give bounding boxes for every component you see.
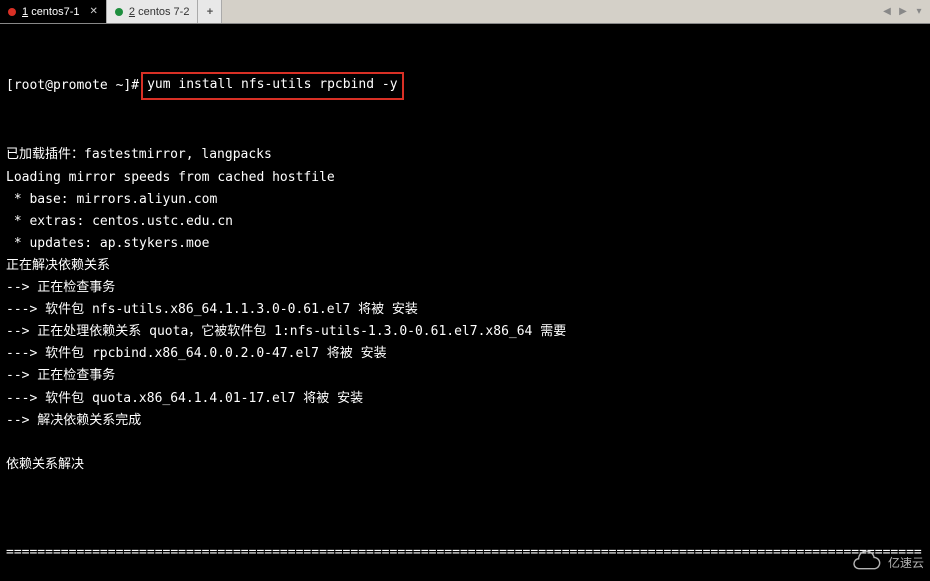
- terminal-output[interactable]: [root@promote ~]# yum install nfs-utils …: [0, 24, 930, 581]
- tab-label: centos 7-2: [138, 6, 189, 18]
- nav-right-icon[interactable]: ▶: [896, 6, 910, 17]
- watermark: 亿速云: [848, 551, 924, 575]
- output-line: * extras: centos.ustc.edu.cn: [6, 211, 924, 233]
- output-line: --> 正在处理依赖关系 quota，它被软件包 1:nfs-utils-1.3…: [6, 321, 924, 343]
- status-dot-icon: [8, 8, 16, 16]
- output-line: 依赖关系解决: [6, 454, 924, 476]
- command-output: 已加载插件：fastestmirror, langpacksLoading mi…: [6, 144, 924, 498]
- close-icon[interactable]: ✕: [90, 6, 98, 17]
- tab-centos7-1[interactable]: 1 centos7-1 ✕: [0, 0, 107, 23]
- tab-label: centos7-1: [31, 6, 79, 18]
- nav-left-icon[interactable]: ◀: [880, 6, 894, 17]
- cloud-icon: [848, 551, 882, 575]
- new-tab-button[interactable]: +: [198, 0, 222, 23]
- prompt-line: [root@promote ~]# yum install nfs-utils …: [6, 72, 924, 100]
- output-line: Loading mirror speeds from cached hostfi…: [6, 167, 924, 189]
- output-line: --> 正在检查事务: [6, 365, 924, 387]
- output-line: 正在解决依赖关系: [6, 255, 924, 277]
- output-line: --> 解决依赖关系完成: [6, 410, 924, 432]
- watermark-text: 亿速云: [888, 553, 924, 573]
- tab-bar: 1 centos7-1 ✕ 2 centos 7-2 + ◀ ▶ ▾: [0, 0, 930, 24]
- output-line: * base: mirrors.aliyun.com: [6, 189, 924, 211]
- output-line: --> 正在检查事务: [6, 277, 924, 299]
- output-line: ---> 软件包 nfs-utils.x86_64.1.1.3.0-0.61.e…: [6, 299, 924, 321]
- tab-centos7-2[interactable]: 2 centos 7-2: [107, 0, 199, 23]
- tab-index: 1: [22, 6, 28, 18]
- divider: ========================================…: [6, 542, 924, 564]
- highlighted-command: yum install nfs-utils rpcbind -y: [141, 72, 403, 100]
- tab-nav: ◀ ▶ ▾: [876, 0, 930, 23]
- status-dot-icon: [115, 8, 123, 16]
- shell-prompt: [root@promote ~]#: [6, 75, 139, 97]
- output-line: ---> 软件包 quota.x86_64.1.4.01-17.el7 将被 安…: [6, 388, 924, 410]
- output-line: ---> 软件包 rpcbind.x86_64.0.0.2.0-47.el7 将…: [6, 343, 924, 365]
- output-line: 已加载插件：fastestmirror, langpacks: [6, 144, 924, 166]
- output-line: * updates: ap.stykers.moe: [6, 233, 924, 255]
- output-line: [6, 432, 924, 454]
- nav-menu-icon[interactable]: ▾: [912, 6, 926, 17]
- output-line: [6, 476, 924, 498]
- tab-index: 2: [129, 6, 135, 18]
